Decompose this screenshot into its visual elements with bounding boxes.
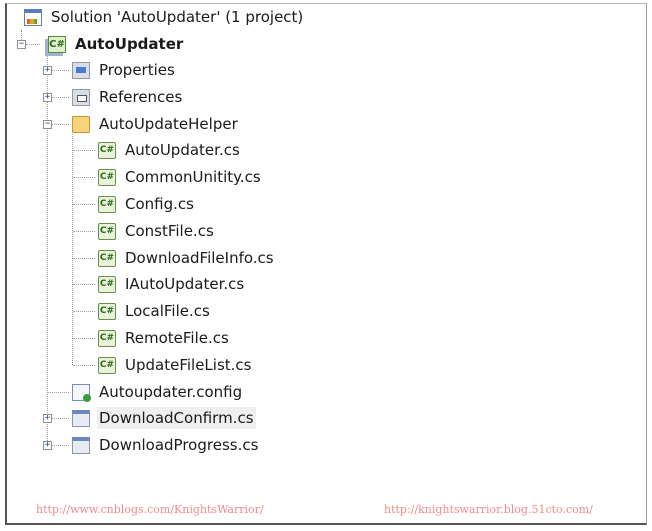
expand-toggle[interactable]: + <box>43 93 52 102</box>
tree-item[interactable]: C# LocalFile.cs <box>98 299 212 323</box>
csharp-file-icon: C# <box>98 275 116 293</box>
tree-item[interactable]: C# UpdateFileList.cs <box>98 353 253 377</box>
tree-item[interactable]: C# Config.cs <box>98 192 196 216</box>
csharp-project-icon: C# <box>48 35 66 53</box>
tree-item-label: Properties <box>99 61 175 79</box>
tree-line <box>73 231 95 232</box>
folder-open-icon <box>72 115 90 133</box>
tree-line <box>72 134 73 365</box>
csharp-file-icon: C# <box>98 356 116 374</box>
form-icon <box>72 409 90 427</box>
tree-item-label: Config.cs <box>125 195 194 213</box>
tree-item[interactable]: DownloadProgress.cs <box>72 433 260 457</box>
tree-line <box>73 204 95 205</box>
solution-icon <box>24 8 42 26</box>
tree-item[interactable]: AutoUpdateHelper <box>72 112 240 136</box>
references-icon <box>72 88 90 106</box>
watermark-left: http://www.cnblogs.com/KnightsWarrior/ <box>36 503 264 516</box>
csharp-file-icon: C# <box>98 302 116 320</box>
form-icon <box>72 436 90 454</box>
tree-item-label: AutoUpdateHelper <box>99 115 238 133</box>
tree-item-label: LocalFile.cs <box>125 302 210 320</box>
csharp-file-icon: C# <box>98 195 116 213</box>
tree-item[interactable]: Properties <box>72 58 177 82</box>
tree-item-label: RemoteFile.cs <box>125 329 229 347</box>
tree-item[interactable]: C# CommonUnitity.cs <box>98 165 263 189</box>
tree-item-label: Autoupdater.config <box>99 383 243 401</box>
tree-item-solution[interactable]: Solution 'AutoUpdater' (1 project) <box>24 5 305 29</box>
config-file-icon <box>72 383 91 402</box>
tree-item-label: AutoUpdater.cs <box>125 141 240 159</box>
tree-line <box>73 150 95 151</box>
expand-toggle[interactable]: + <box>43 66 52 75</box>
tree-item[interactable]: C# AutoUpdater.cs <box>98 138 242 162</box>
tree-item-label: DownloadConfirm.cs <box>97 407 256 429</box>
tree-item-label: DownloadFileInfo.cs <box>125 249 274 267</box>
tree-line <box>48 392 69 393</box>
tree-item[interactable]: C# IAutoUpdater.cs <box>98 272 246 296</box>
csharp-file-icon: C# <box>98 329 116 347</box>
tree-item[interactable]: C# DownloadFileInfo.cs <box>98 246 276 270</box>
csharp-file-icon: C# <box>98 168 116 186</box>
collapse-toggle[interactable]: − <box>17 40 26 49</box>
tree-item-label: ConstFile.cs <box>125 222 214 240</box>
tree-item-label: UpdateFileList.cs <box>125 356 252 374</box>
tree-item-label: AutoUpdater <box>75 35 184 53</box>
tree-item[interactable]: DownloadConfirm.cs <box>72 406 256 430</box>
watermark-right: http://knightswarrior.blog.51cto.com/ <box>384 503 593 516</box>
csharp-file-icon: C# <box>98 141 116 159</box>
tree-line <box>47 52 48 445</box>
tree-item[interactable]: C# RemoteFile.cs <box>98 326 231 350</box>
properties-icon <box>72 61 90 79</box>
tree-item-label: CommonUnitity.cs <box>125 168 261 186</box>
expand-toggle[interactable]: + <box>43 441 52 450</box>
tree-item[interactable]: C# ConstFile.cs <box>98 219 216 243</box>
tree-line <box>26 44 40 45</box>
tree-item-label: DownloadProgress.cs <box>99 436 259 454</box>
tree-line <box>73 177 95 178</box>
csharp-file-icon: C# <box>98 222 116 240</box>
tree-line <box>73 284 95 285</box>
tree-line <box>73 365 95 366</box>
tree-item-label: Solution 'AutoUpdater' (1 project) <box>51 8 304 26</box>
tree-item-project[interactable]: C# AutoUpdater <box>48 32 185 56</box>
tree-item-label: IAutoUpdater.cs <box>125 275 245 293</box>
csharp-file-icon: C# <box>98 249 116 267</box>
tree-item[interactable]: References <box>72 85 184 109</box>
tree-line <box>73 338 95 339</box>
tree-line <box>73 258 95 259</box>
tree-item-label: References <box>99 88 183 106</box>
collapse-toggle[interactable]: − <box>43 120 52 129</box>
tree-item[interactable]: Autoupdater.config <box>72 380 244 404</box>
tree-line <box>73 311 95 312</box>
expand-toggle[interactable]: + <box>43 414 52 423</box>
